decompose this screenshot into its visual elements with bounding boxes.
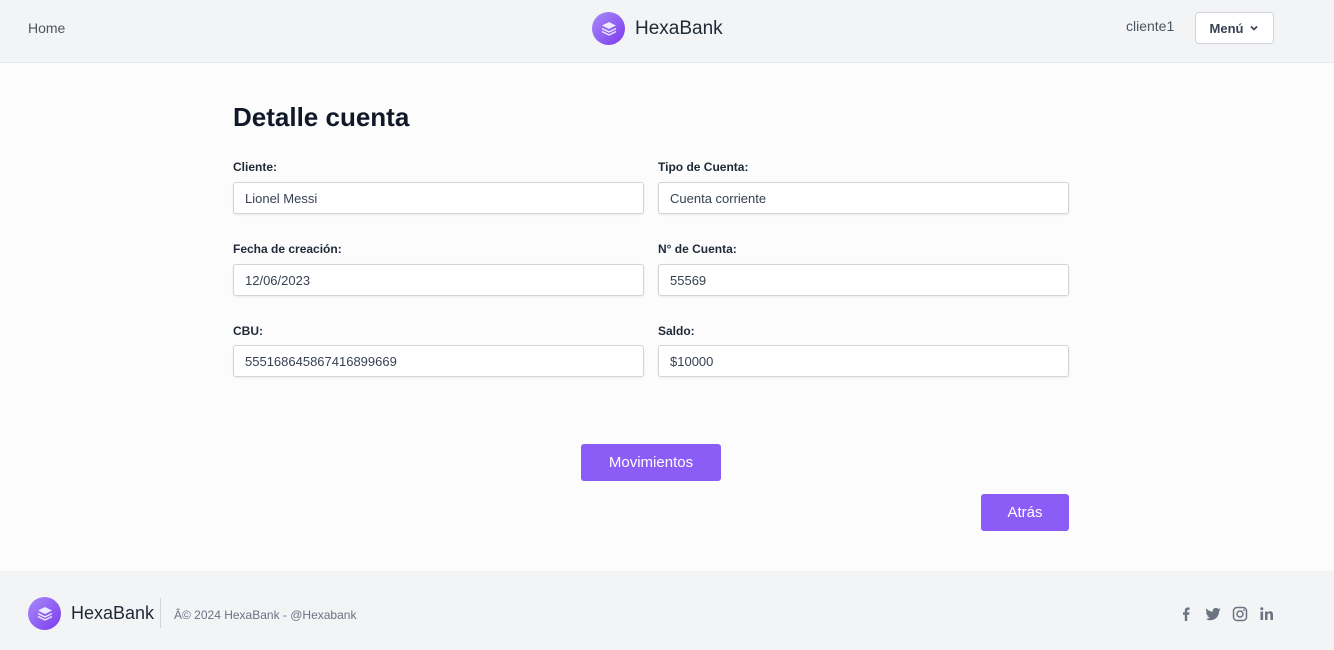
facebook-icon[interactable] bbox=[1178, 606, 1194, 622]
linkedin-icon[interactable] bbox=[1259, 606, 1275, 622]
numero-cuenta-field[interactable] bbox=[658, 264, 1069, 296]
footer: HexaBank Â© 2024 HexaBank - @Hexabank bbox=[0, 571, 1334, 650]
home-link[interactable]: Home bbox=[28, 20, 65, 36]
social-links bbox=[1178, 606, 1275, 622]
saldo-field[interactable] bbox=[658, 345, 1069, 377]
instagram-icon[interactable] bbox=[1232, 606, 1248, 622]
atras-button[interactable]: Atrás bbox=[981, 494, 1069, 531]
page-title: Detalle cuenta bbox=[233, 102, 410, 132]
tipo-cuenta-field[interactable] bbox=[658, 182, 1069, 214]
cliente-field[interactable] bbox=[233, 182, 644, 214]
menu-label: Menú bbox=[1209, 20, 1244, 36]
brand[interactable]: HexaBank bbox=[592, 12, 723, 45]
fecha-creacion-field[interactable] bbox=[233, 264, 644, 296]
footer-divider bbox=[160, 598, 161, 628]
menu-dropdown-button[interactable]: Menú bbox=[1195, 12, 1274, 44]
user-name: cliente1 bbox=[1126, 18, 1175, 34]
footer-brand-name: HexaBank bbox=[71, 603, 155, 623]
footer-brand[interactable]: HexaBank bbox=[28, 597, 154, 630]
hexabank-logo-icon bbox=[28, 597, 61, 630]
cbu-label: CBU: bbox=[233, 324, 263, 338]
numero-cuenta-label: N° de Cuenta: bbox=[658, 242, 737, 256]
saldo-label: Saldo: bbox=[658, 324, 695, 338]
cliente-label: Cliente: bbox=[233, 160, 278, 174]
tipo-cuenta-label: Tipo de Cuenta: bbox=[658, 160, 749, 174]
movimientos-button[interactable]: Movimientos bbox=[581, 444, 721, 481]
twitter-icon[interactable] bbox=[1205, 606, 1221, 622]
chevron-down-icon bbox=[1249, 23, 1259, 33]
copyright-text: Â© 2024 HexaBank - @Hexabank bbox=[174, 608, 357, 622]
top-navbar: Home HexaBank cliente1 Menú bbox=[0, 0, 1334, 63]
hexabank-logo-icon bbox=[592, 12, 625, 45]
brand-name: HexaBank bbox=[635, 17, 723, 39]
cbu-field[interactable] bbox=[233, 345, 644, 377]
fecha-creacion-label: Fecha de creación: bbox=[233, 242, 342, 256]
